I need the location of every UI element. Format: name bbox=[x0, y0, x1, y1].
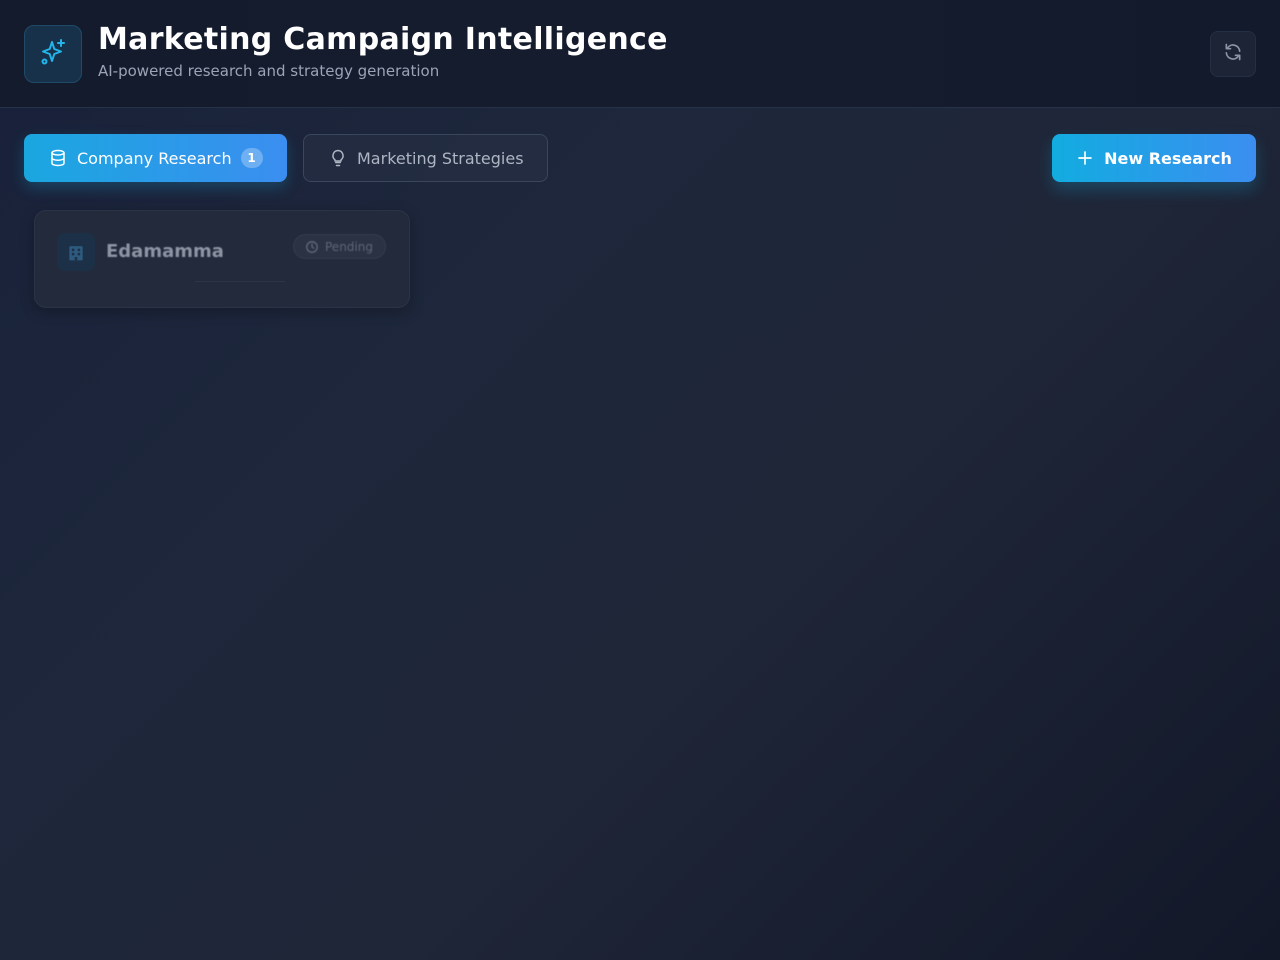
research-count-badge: 1 bbox=[240, 148, 263, 168]
app-logo bbox=[24, 25, 82, 83]
page-subtitle: AI-powered research and strategy generat… bbox=[98, 62, 440, 80]
tab-marketing-strategies-label: Marketing Strategies bbox=[357, 148, 524, 168]
new-research-button[interactable]: New Research bbox=[1052, 134, 1256, 182]
status-label: Pending bbox=[325, 239, 373, 254]
clock-icon bbox=[305, 240, 319, 254]
page-title: Marketing Campaign Intelligence bbox=[98, 22, 668, 57]
refresh-icon bbox=[1223, 42, 1243, 66]
app-header: Marketing Campaign Intelligence AI-power… bbox=[0, 0, 1280, 108]
card-divider bbox=[195, 281, 285, 282]
tab-marketing-strategies[interactable]: Marketing Strategies bbox=[303, 134, 548, 182]
database-icon bbox=[49, 149, 67, 167]
lightbulb-icon bbox=[329, 149, 347, 167]
sparkles-icon bbox=[37, 36, 69, 72]
tab-company-research-label: Company Research bbox=[77, 148, 232, 168]
new-research-label: New Research bbox=[1104, 148, 1232, 168]
plus-icon bbox=[1076, 149, 1094, 167]
building-icon bbox=[57, 233, 95, 271]
status-badge: Pending bbox=[293, 234, 386, 259]
research-card[interactable]: Edamamma Pending bbox=[34, 210, 410, 308]
tab-company-research[interactable]: Company Research 1 bbox=[24, 134, 287, 182]
company-name: Edamamma bbox=[106, 241, 224, 262]
refresh-button[interactable] bbox=[1210, 31, 1256, 77]
